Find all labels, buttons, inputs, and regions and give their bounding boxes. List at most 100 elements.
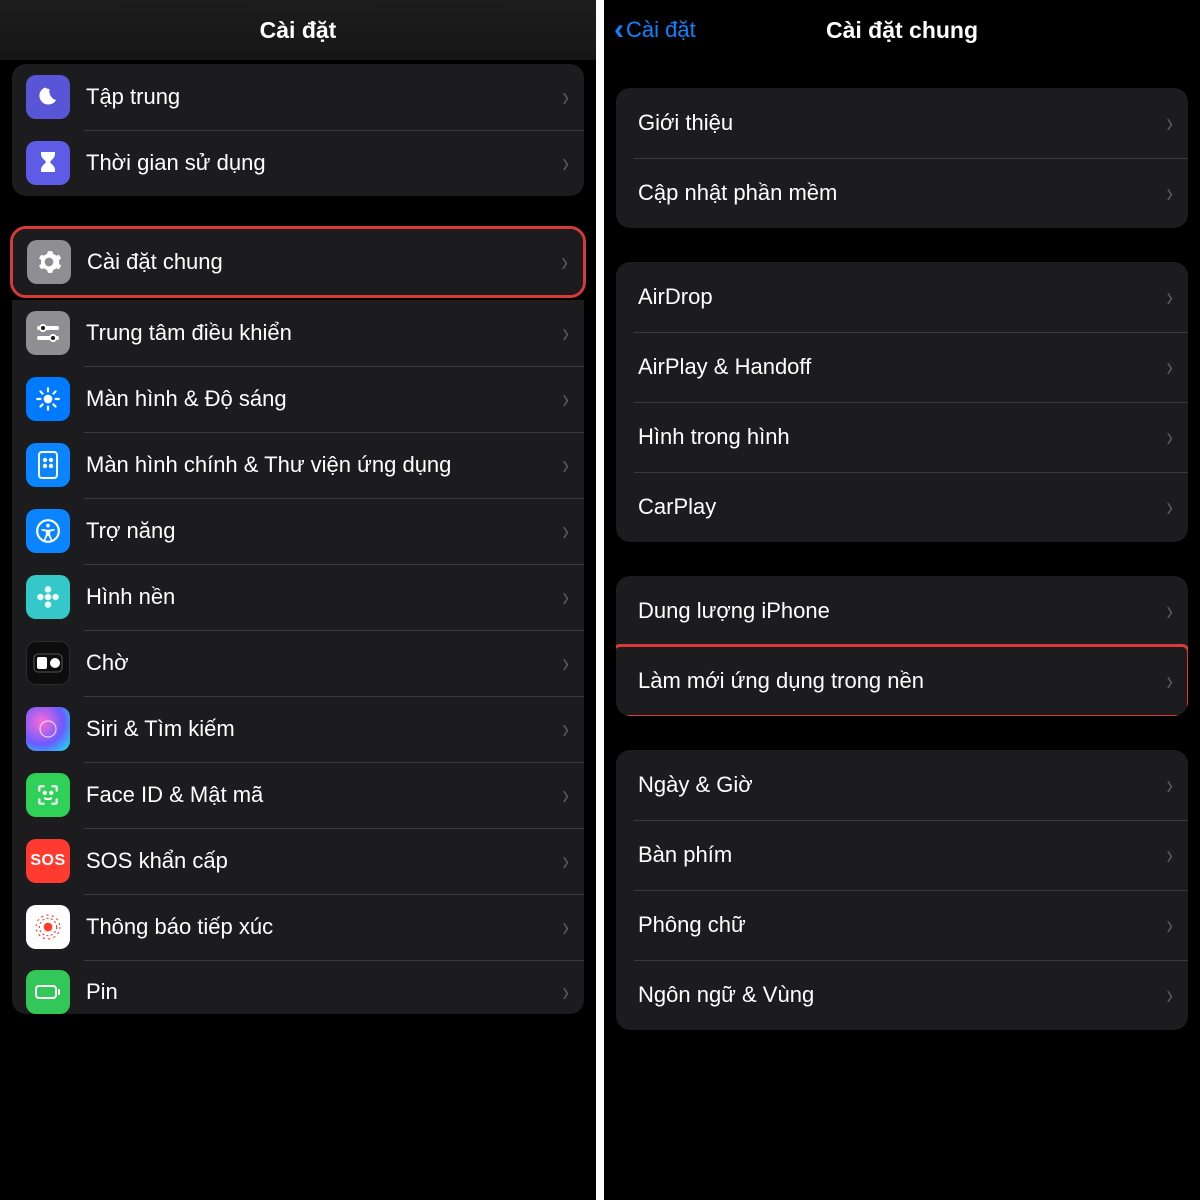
chevron-right-icon: › (1166, 281, 1173, 313)
row-datetime[interactable]: Ngày & Giờ › (616, 750, 1188, 820)
row-exposure[interactable]: Thông báo tiếp xúc › (12, 894, 584, 960)
row-pip[interactable]: Hình trong hình › (616, 402, 1188, 472)
settings-group: Tập trung › Thời gian sử dụng › (12, 64, 584, 196)
row-siri[interactable]: Siri & Tìm kiếm › (12, 696, 584, 762)
chevron-right-icon: › (562, 647, 569, 679)
chevron-right-icon: › (562, 317, 569, 349)
row-label: Giới thiệu (638, 109, 1157, 137)
row-fonts[interactable]: Phông chữ › (616, 890, 1188, 960)
row-label: Siri & Tìm kiếm (86, 715, 553, 743)
chevron-right-icon: › (562, 383, 569, 415)
nav-bar: Cài đặt (0, 0, 596, 60)
row-airplay[interactable]: AirPlay & Handoff › (616, 332, 1188, 402)
row-label: Hình nền (86, 583, 553, 611)
chevron-right-icon: › (562, 845, 569, 877)
row-label: Cập nhật phần mềm (638, 179, 1157, 207)
row-label: Thời gian sử dụng (86, 149, 553, 177)
row-about[interactable]: Giới thiệu › (616, 88, 1188, 158)
faceid-icon (26, 773, 70, 817)
chevron-right-icon: › (562, 779, 569, 811)
chevron-right-icon: › (1166, 665, 1173, 697)
row-background-refresh[interactable]: Làm mới ứng dụng trong nền › (616, 646, 1188, 716)
row-display[interactable]: Màn hình & Độ sáng › (12, 366, 584, 432)
chevron-right-icon: › (1166, 979, 1173, 1011)
moon-icon (26, 75, 70, 119)
battery-icon (26, 970, 70, 1014)
row-faceid[interactable]: Face ID & Mật mã › (12, 762, 584, 828)
sos-icon: SOS (26, 839, 70, 883)
row-standby[interactable]: Chờ › (12, 630, 584, 696)
chevron-right-icon: › (1166, 421, 1173, 453)
row-label: Face ID & Mật mã (86, 781, 553, 809)
row-label: Màn hình chính & Thư viện ứng dụng (86, 451, 553, 479)
row-label: Trợ năng (86, 517, 553, 545)
row-label: Phông chữ (638, 911, 1157, 939)
chevron-right-icon: › (562, 449, 569, 481)
row-label: AirPlay & Handoff (638, 353, 1157, 381)
settings-group: Giới thiệu › Cập nhật phần mềm › (616, 88, 1188, 228)
back-label: Cài đặt (626, 17, 696, 43)
row-label: Chờ (86, 649, 553, 677)
accessibility-icon (26, 509, 70, 553)
settings-group: Trung tâm điều khiển › Màn hình & Độ sán… (12, 300, 584, 1014)
back-button[interactable]: ‹ Cài đặt (614, 0, 696, 60)
row-screentime[interactable]: Thời gian sử dụng › (12, 130, 584, 196)
row-storage[interactable]: Dung lượng iPhone › (616, 576, 1188, 646)
chevron-right-icon: › (562, 81, 569, 113)
row-accessibility[interactable]: Trợ năng › (12, 498, 584, 564)
siri-icon (26, 707, 70, 751)
standby-icon (26, 641, 70, 685)
chevron-right-icon: › (562, 976, 569, 1008)
row-label: Thông báo tiếp xúc (86, 913, 553, 941)
settings-screen: Cài đặt Tập trung › Thời gian sử dụng › (0, 0, 600, 1200)
settings-group: Dung lượng iPhone › Làm mới ứng dụng tro… (616, 576, 1188, 716)
settings-group: Ngày & Giờ › Bàn phím › Phông chữ › Ngôn… (616, 750, 1188, 1030)
row-general[interactable]: Cài đặt chung › (13, 229, 583, 295)
row-label: Làm mới ứng dụng trong nền (638, 667, 1157, 695)
row-label: CarPlay (638, 493, 1157, 521)
row-label: Cài đặt chung (87, 248, 552, 276)
row-airdrop[interactable]: AirDrop › (616, 262, 1188, 332)
chevron-right-icon: › (562, 147, 569, 179)
row-language-region[interactable]: Ngôn ngữ & Vùng › (616, 960, 1188, 1030)
chevron-right-icon: › (562, 713, 569, 745)
nav-bar: ‹ Cài đặt Cài đặt chung (604, 0, 1200, 60)
general-screen: ‹ Cài đặt Cài đặt chung Giới thiệu › Cập… (600, 0, 1200, 1200)
chevron-right-icon: › (561, 246, 568, 278)
row-homescreen[interactable]: Màn hình chính & Thư viện ứng dụng › (12, 432, 584, 498)
row-keyboard[interactable]: Bàn phím › (616, 820, 1188, 890)
chevron-right-icon: › (1166, 491, 1173, 523)
row-sos[interactable]: SOS SOS khẩn cấp › (12, 828, 584, 894)
exposure-icon (26, 905, 70, 949)
chevron-right-icon: › (1166, 595, 1173, 627)
chevron-right-icon: › (1166, 909, 1173, 941)
row-label: Pin (86, 978, 553, 1006)
row-wallpaper[interactable]: Hình nền › (12, 564, 584, 630)
chevron-right-icon: › (1166, 351, 1173, 383)
chevron-right-icon: › (562, 515, 569, 547)
row-control-center[interactable]: Trung tâm điều khiển › (12, 300, 584, 366)
row-focus[interactable]: Tập trung › (12, 64, 584, 130)
sliders-icon (26, 311, 70, 355)
chevron-right-icon: › (1166, 107, 1173, 139)
row-carplay[interactable]: CarPlay › (616, 472, 1188, 542)
chevron-right-icon: › (1166, 177, 1173, 209)
row-label: Hình trong hình (638, 423, 1157, 451)
row-software-update[interactable]: Cập nhật phần mềm › (616, 158, 1188, 228)
chevron-right-icon: › (562, 581, 569, 613)
row-label: Tập trung (86, 83, 553, 111)
hourglass-icon (26, 141, 70, 185)
sun-icon (26, 377, 70, 421)
nav-title: Cài đặt (260, 17, 337, 44)
general-list: Giới thiệu › Cập nhật phần mềm › AirDrop… (604, 60, 1200, 1200)
flower-icon (26, 575, 70, 619)
row-label: Trung tâm điều khiển (86, 319, 553, 347)
row-label: Dung lượng iPhone (638, 597, 1157, 625)
row-battery[interactable]: Pin › (12, 960, 584, 1014)
nav-title: Cài đặt chung (826, 17, 978, 44)
row-label: AirDrop (638, 283, 1157, 311)
highlight-general: Cài đặt chung › (10, 226, 586, 298)
apps-grid-icon (26, 443, 70, 487)
row-label: Màn hình & Độ sáng (86, 385, 553, 413)
chevron-right-icon: › (562, 911, 569, 943)
